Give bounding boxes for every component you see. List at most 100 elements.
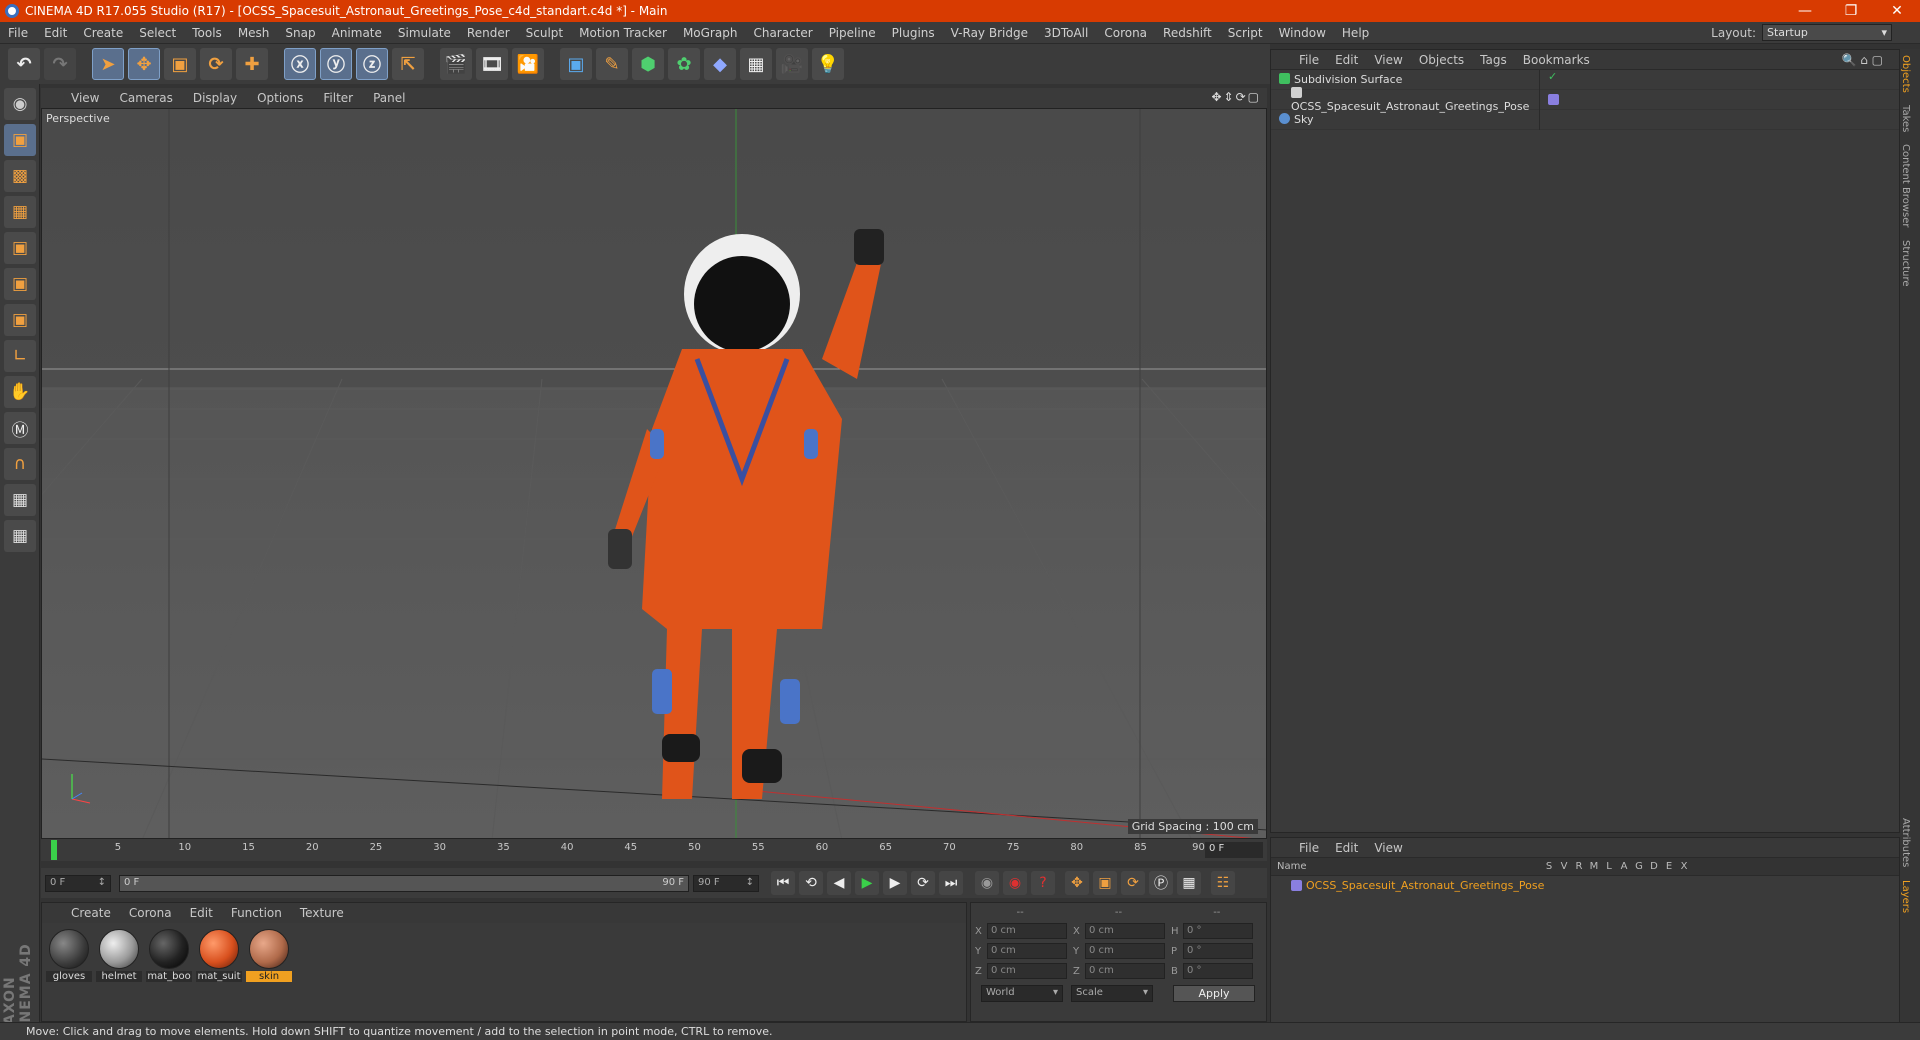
previous-frame-icon[interactable]: ◀ (827, 871, 851, 895)
make-editable-icon[interactable]: ◉ (4, 88, 36, 120)
key-rotation-icon[interactable]: ⟳ (1121, 871, 1145, 895)
redo-icon[interactable]: ↷ (44, 48, 76, 80)
edges-mode-icon[interactable]: ▣ (4, 268, 36, 300)
viewport-menu-view[interactable]: View (61, 91, 109, 105)
deformer-icon[interactable]: ◆ (704, 48, 736, 80)
move-icon[interactable]: ✥ (128, 48, 160, 80)
camera-icon[interactable]: 🎥 (776, 48, 808, 80)
material-swatch[interactable]: mat_suit (196, 929, 242, 982)
object-menu-view[interactable]: View (1366, 53, 1410, 67)
layer-menu-view[interactable]: View (1366, 841, 1410, 855)
keyframe-selection-icon[interactable]: ? (1031, 871, 1055, 895)
viewport-menu-options[interactable]: Options (247, 91, 313, 105)
menu-render[interactable]: Render (459, 26, 518, 40)
edit-render-settings-icon[interactable]: 🎦 (512, 48, 544, 80)
minimize-icon[interactable]: — (1782, 3, 1828, 19)
object-menu-file[interactable]: File (1291, 53, 1327, 67)
menu-edit[interactable]: Edit (36, 26, 75, 40)
position-x-field[interactable]: 0 cm (987, 923, 1067, 939)
key-pla-icon[interactable]: ▦ (1177, 871, 1201, 895)
magnet-icon[interactable]: ∩ (4, 448, 36, 480)
workplane-mode-icon[interactable]: ▦ (4, 196, 36, 228)
cube-icon[interactable]: ▣ (560, 48, 592, 80)
material-menu-function[interactable]: Function (222, 906, 291, 920)
layer-menu-edit[interactable]: Edit (1327, 841, 1366, 855)
material-menu-corona[interactable]: Corona (120, 906, 181, 920)
next-frame-icon[interactable]: ▶ (883, 871, 907, 895)
object-visibility-toggle[interactable] (1539, 109, 1579, 130)
menu-motion-tracker[interactable]: Motion Tracker (571, 26, 675, 40)
mograph-cloner-icon[interactable]: ✿ (668, 48, 700, 80)
viewport-menu-panel[interactable]: Panel (363, 91, 415, 105)
play-forward-icon[interactable]: ▶ (855, 871, 879, 895)
render-view-icon[interactable]: 🎬 (440, 48, 472, 80)
menu-tools[interactable]: Tools (184, 26, 230, 40)
object-visibility-toggle[interactable]: ✓ (1539, 69, 1579, 90)
points-mode-icon[interactable]: ▣ (4, 232, 36, 264)
size-z-field[interactable]: 0 cm (1085, 963, 1165, 979)
menu-mesh[interactable]: Mesh (230, 26, 278, 40)
object-menu-bookmarks[interactable]: Bookmarks (1515, 53, 1598, 67)
object-menu-objects[interactable]: Objects (1411, 53, 1472, 67)
menu-mograph[interactable]: MoGraph (675, 26, 746, 40)
menu-snap[interactable]: Snap (277, 26, 323, 40)
end-frame-field[interactable]: 90 F ↕ (693, 874, 759, 892)
rotate-icon[interactable]: ⟳ (200, 48, 232, 80)
previous-key-icon[interactable]: ⟲ (799, 871, 823, 895)
menu-vray-bridge[interactable]: V-Ray Bridge (943, 26, 1036, 40)
material-menu-create[interactable]: Create (62, 906, 120, 920)
playhead[interactable] (51, 840, 57, 860)
key-position-icon[interactable]: ✥ (1065, 871, 1089, 895)
axis-mode-icon[interactable]: ∟ (4, 340, 36, 372)
material-swatch[interactable]: mat_boo (146, 929, 192, 982)
tab-structure[interactable]: Structure (1900, 234, 1911, 293)
snap-icon[interactable]: Ⓜ (4, 412, 36, 444)
viewport-menu-filter[interactable]: Filter (313, 91, 363, 105)
y-axis-icon[interactable]: ⓨ (320, 48, 352, 80)
material-swatch[interactable]: helmet (96, 929, 142, 982)
preview-range-slider[interactable]: 0 F 90 F (119, 874, 689, 892)
start-frame-field[interactable]: 0 F ↕ (45, 874, 111, 892)
menu-select[interactable]: Select (131, 26, 184, 40)
object-menu-edit[interactable]: Edit (1327, 53, 1366, 67)
autokeying-icon[interactable]: ◉ (1003, 871, 1027, 895)
menu-animate[interactable]: Animate (324, 26, 390, 40)
coordinate-system-icon[interactable]: ⇱ (392, 48, 424, 80)
object-row[interactable]: Sky (1271, 109, 1899, 130)
menu-sculpt[interactable]: Sculpt (518, 26, 571, 40)
polygons-mode-icon[interactable]: ▣ (4, 304, 36, 336)
menu-script[interactable]: Script (1220, 26, 1271, 40)
position-y-field[interactable]: 0 cm (987, 943, 1067, 959)
layout-dropdown[interactable]: Startup ▾ (1762, 24, 1892, 41)
menu-corona[interactable]: Corona (1096, 26, 1155, 40)
tab-layers[interactable]: Layers (1900, 874, 1911, 919)
timeline-ruler[interactable]: 0 5 10 15 20 25 30 35 40 45 50 55 60 65 … (41, 839, 1267, 861)
go-to-end-icon[interactable]: ⏭ (939, 871, 963, 895)
object-layer-tag[interactable] (1539, 89, 1579, 110)
menu-3dtoall[interactable]: 3DToAll (1036, 26, 1096, 40)
object-row[interactable]: OCSS_Spacesuit_Astronaut_Greetings_Pose (1271, 86, 1899, 113)
tab-content-browser[interactable]: Content Browser (1900, 138, 1911, 233)
material-menu-edit[interactable]: Edit (181, 906, 222, 920)
floor-icon[interactable]: ▦ (740, 48, 772, 80)
subdivision-icon[interactable]: ⬢ (632, 48, 664, 80)
record-active-objects-icon[interactable]: ◉ (975, 871, 999, 895)
key-scale-icon[interactable]: ▣ (1093, 871, 1117, 895)
live-select-icon[interactable]: ✚ (236, 48, 268, 80)
layer-row[interactable]: OCSS_Spacesuit_Astronaut_Greetings_Pose (1271, 876, 1899, 894)
rotation-h-field[interactable]: 0 ° (1183, 923, 1253, 939)
z-axis-icon[interactable]: ⓩ (356, 48, 388, 80)
menu-help[interactable]: Help (1334, 26, 1377, 40)
material-swatch[interactable]: gloves (46, 929, 92, 982)
next-key-icon[interactable]: ⟳ (911, 871, 935, 895)
size-mode-dropdown[interactable]: Scale ▾ (1071, 985, 1153, 1002)
key-parameter-icon[interactable]: Ⓟ (1149, 871, 1173, 895)
menu-window[interactable]: Window (1271, 26, 1334, 40)
pen-spline-icon[interactable]: ✎ (596, 48, 628, 80)
material-swatch[interactable]: skin (246, 929, 292, 982)
x-axis-icon[interactable]: ⓧ (284, 48, 316, 80)
timeline-window-icon[interactable]: ☷ (1211, 871, 1235, 895)
light-icon[interactable]: 💡 (812, 48, 844, 80)
current-frame-field[interactable]: 0 F (1205, 842, 1263, 858)
workplane-lock-icon[interactable]: ▦ (4, 484, 36, 516)
